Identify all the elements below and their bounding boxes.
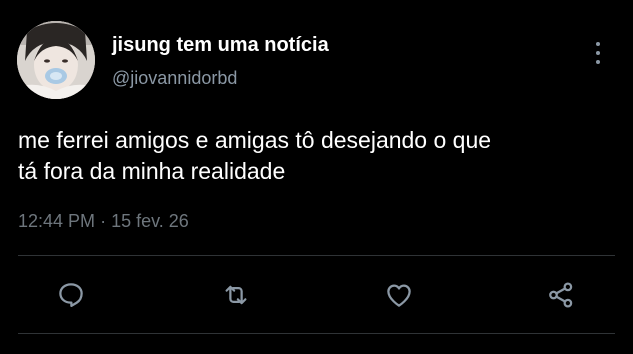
tweet-text-line: tá fora da minha realidade [18,158,286,184]
more-dot [596,51,600,55]
tweet-date: 15 fev. 26 [111,211,189,231]
user-handle[interactable]: @jiovannidorbd [112,68,237,89]
tweet-card: jisung tem uma notícia @jiovannidorbd me… [0,0,633,354]
tweet-timestamp[interactable]: 12:44 PM · 15 fev. 26 [18,211,189,232]
share-icon [549,282,573,308]
reply-icon [59,283,83,307]
more-dot [596,60,600,64]
display-name[interactable]: jisung tem uma notícia [112,34,329,57]
retweet-icon [225,285,247,305]
more-options-icon[interactable] [588,40,608,66]
reply-button[interactable] [54,278,88,312]
more-dot [596,42,600,46]
meta-separator: · [100,211,107,231]
retweet-button[interactable] [219,278,253,312]
divider [18,255,615,256]
share-button[interactable] [544,278,578,312]
tweet-time: 12:44 PM [18,211,96,231]
avatar[interactable] [17,21,95,99]
divider [18,333,615,334]
heart-icon [387,284,411,307]
tweet-text-line: me ferrei amigos e amigas tô desejando o… [18,127,492,153]
like-button[interactable] [382,278,416,312]
avatar-image [17,21,95,99]
tweet-text: me ferrei amigos e amigas tô desejando o… [18,125,618,187]
